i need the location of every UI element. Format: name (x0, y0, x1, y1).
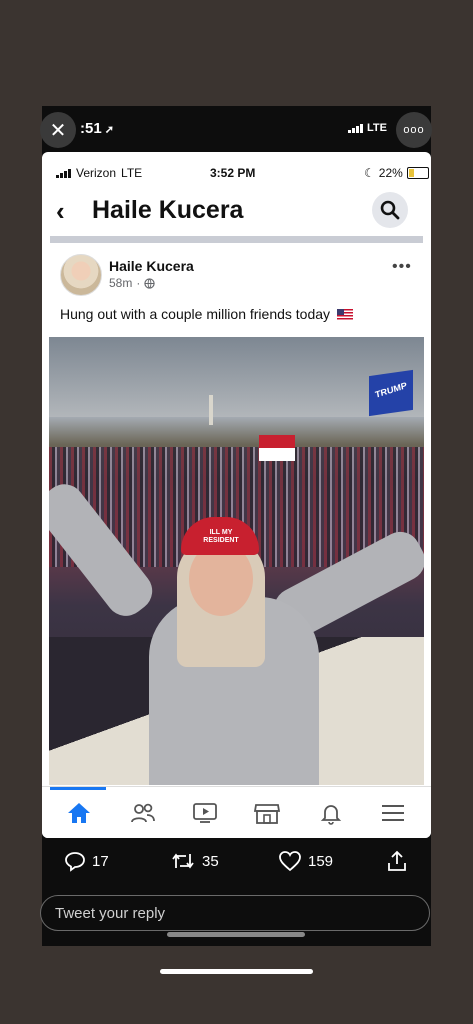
tab-notifications[interactable] (316, 799, 346, 827)
like-count: 159 (308, 852, 334, 870)
photo-sky (49, 337, 424, 417)
post-photo[interactable]: TRUMP ILL MY RESIDENT (49, 337, 424, 785)
page-title: Haile Kucera (92, 196, 244, 224)
heart-icon (279, 851, 301, 872)
share-button[interactable] (386, 850, 408, 872)
battery-percent: 22% (378, 166, 403, 180)
profile-header: ‹ Haile Kucera (42, 190, 431, 234)
post-author[interactable]: Haile Kucera (109, 258, 194, 274)
search-button[interactable] (372, 192, 408, 228)
post-header: Haile Kucera 58m · ••• (42, 250, 431, 300)
share-icon (388, 850, 406, 871)
network-label: LTE (367, 122, 387, 134)
moon-icon: ☾ (364, 166, 375, 180)
back-button[interactable]: ‹ (56, 196, 65, 227)
post-meta: 58m · (109, 276, 156, 290)
fb-status-bar: Verizon LTE 3:52 PM ☾ 22% (42, 164, 431, 184)
photo-state-flag (259, 435, 295, 461)
reply-placeholder: Tweet your reply (55, 904, 166, 922)
reply-button[interactable]: 17 (64, 850, 109, 872)
battery-icon (406, 167, 429, 179)
bell-icon (320, 805, 342, 825)
header-divider (50, 236, 423, 243)
retweet-icon (172, 853, 194, 869)
network-label: LTE (121, 166, 143, 180)
like-button[interactable]: 159 (278, 850, 333, 872)
tab-friends[interactable] (128, 799, 158, 827)
photo-flag: TRUMP (369, 369, 413, 417)
tweet-actions: 17 35 159 (42, 838, 431, 888)
tab-marketplace[interactable] (252, 799, 282, 827)
friends-icon (131, 803, 155, 823)
more-options-button[interactable]: ooo (396, 112, 432, 148)
avatar[interactable] (60, 254, 102, 296)
marketplace-icon (253, 804, 281, 824)
outer-status-indicators: LTE (348, 122, 387, 134)
retweet-count: 35 (202, 852, 219, 870)
home-indicator[interactable] (160, 969, 313, 974)
reply-icon (65, 852, 85, 872)
tweet-reply-input[interactable]: Tweet your reply (40, 895, 430, 931)
menu-icon (382, 805, 404, 821)
signal-icon (56, 168, 71, 178)
signal-icon (348, 123, 363, 133)
facebook-screenshot: Verizon LTE 3:52 PM ☾ 22% ‹ Haile Kucera… (42, 152, 431, 838)
tab-home[interactable] (64, 799, 94, 827)
status-time: 3:52 PM (210, 166, 256, 180)
outer-status-time: :51 ➚ (80, 120, 114, 137)
post-text: Hung out with a couple million friends t… (60, 306, 353, 322)
retweet-button[interactable]: 35 (170, 850, 219, 872)
photo-monument (209, 395, 213, 425)
search-icon (380, 200, 400, 220)
reply-count: 17 (92, 852, 109, 870)
tab-menu[interactable] (378, 799, 408, 827)
post-caption: Hung out with a couple million friends t… (60, 306, 331, 322)
carrier-label: Verizon (76, 166, 117, 180)
close-button[interactable]: ✕ (40, 112, 76, 148)
home-icon (68, 803, 90, 823)
post-options-button[interactable]: ••• (392, 258, 412, 276)
fb-tab-bar (42, 786, 431, 838)
us-flag-icon (336, 309, 353, 320)
globe-icon (144, 277, 156, 289)
scroll-indicator (167, 932, 305, 937)
watch-icon (193, 803, 217, 823)
more-icon: ooo (403, 124, 425, 136)
close-icon: ✕ (49, 119, 67, 142)
post-age: 58m (109, 276, 133, 290)
active-tab-indicator (50, 787, 106, 790)
tab-watch[interactable] (190, 799, 220, 827)
